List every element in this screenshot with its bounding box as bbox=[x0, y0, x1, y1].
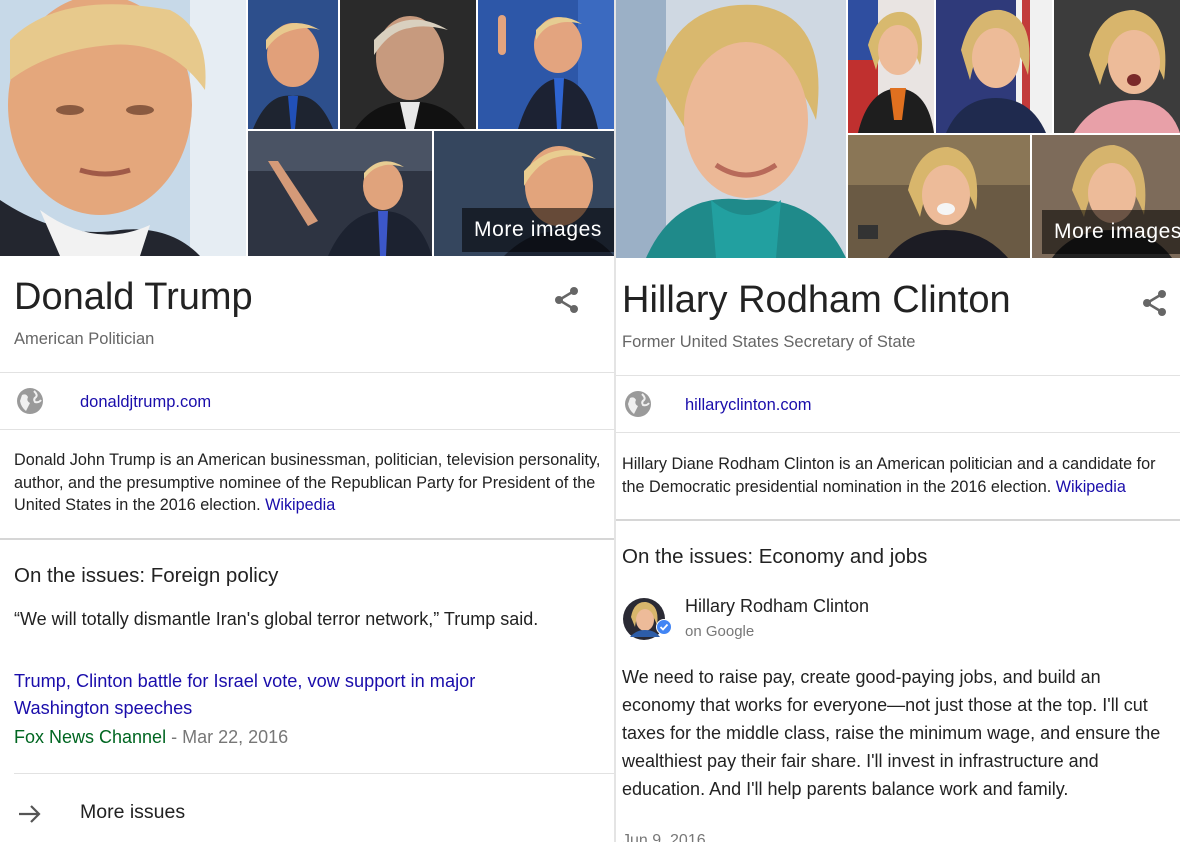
divider bbox=[616, 432, 1180, 433]
divider bbox=[616, 375, 1180, 376]
globe-icon bbox=[16, 387, 44, 415]
news-source: Fox News Channel bbox=[14, 727, 167, 747]
clinton-image-strip: More images bbox=[616, 0, 1180, 258]
divider bbox=[0, 429, 614, 430]
share-icon[interactable] bbox=[1140, 288, 1170, 318]
entity-description: Hillary Diane Rodham Clinton is an Ameri… bbox=[622, 453, 1180, 498]
divider bbox=[616, 519, 1180, 521]
clinton-thumb-3[interactable] bbox=[1054, 0, 1180, 133]
more-issues-link[interactable]: More issues bbox=[80, 801, 185, 824]
entity-title: Hillary Rodham Clinton bbox=[622, 279, 1011, 321]
trump-thumb-5[interactable]: More images bbox=[434, 131, 614, 256]
entity-title: Donald Trump bbox=[14, 276, 253, 318]
website-link[interactable]: donaldjtrump.com bbox=[80, 393, 211, 412]
news-date: Mar 22, 2016 bbox=[182, 727, 289, 747]
verified-badge-icon bbox=[656, 619, 672, 635]
arrow-right-icon[interactable] bbox=[17, 801, 43, 827]
post-author[interactable]: Hillary Rodham Clinton bbox=[685, 596, 869, 617]
news-headline-link[interactable]: Trump, Clinton battle for Israel vote, v… bbox=[14, 668, 554, 722]
clinton-thumb-2[interactable] bbox=[936, 0, 1052, 133]
divider bbox=[0, 372, 614, 373]
globe-icon bbox=[624, 390, 652, 418]
issues-heading: On the issues: Economy and jobs bbox=[622, 545, 928, 568]
trump-thumb-1[interactable] bbox=[248, 0, 338, 129]
share-icon[interactable] bbox=[552, 285, 582, 315]
clinton-thumb-4[interactable] bbox=[848, 135, 1030, 258]
trump-main-photo[interactable] bbox=[0, 0, 246, 256]
website-link[interactable]: hillaryclinton.com bbox=[685, 396, 812, 415]
news-separator: - bbox=[166, 727, 183, 747]
post-date: Jun 9, 2016 bbox=[622, 832, 706, 842]
clinton-thumb-1[interactable] bbox=[848, 0, 934, 133]
divider bbox=[14, 773, 614, 774]
trump-thumb-4[interactable] bbox=[248, 131, 432, 256]
more-images-button[interactable]: More images bbox=[462, 208, 614, 252]
clinton-main-photo[interactable] bbox=[616, 0, 846, 258]
clinton-knowledge-panel: More images Hillary Rodham Clinton Forme… bbox=[616, 0, 1180, 842]
issue-quote: “We will totally dismantle Iran's global… bbox=[14, 609, 539, 629]
trump-thumb-3[interactable] bbox=[478, 0, 614, 129]
issues-heading: On the issues: Foreign policy bbox=[14, 564, 279, 587]
trump-knowledge-panel: More images Donald Trump American Politi… bbox=[0, 0, 614, 842]
clinton-thumb-5[interactable]: More images bbox=[1032, 135, 1180, 258]
entity-subtitle: Former United States Secretary of State bbox=[622, 333, 916, 351]
wikipedia-link[interactable]: Wikipedia bbox=[1056, 478, 1126, 496]
post-body: We need to raise pay, create good-paying… bbox=[622, 667, 1161, 799]
trump-image-strip: More images bbox=[0, 0, 614, 256]
divider bbox=[0, 538, 614, 540]
entity-subtitle: American Politician bbox=[14, 330, 155, 348]
more-images-button[interactable]: More images bbox=[1042, 210, 1180, 254]
post-source: on Google bbox=[685, 623, 755, 640]
news-meta: Fox News Channel - Mar 22, 2016 bbox=[14, 727, 288, 748]
wikipedia-link[interactable]: Wikipedia bbox=[265, 496, 335, 514]
trump-thumb-2[interactable] bbox=[340, 0, 476, 129]
entity-description: Donald John Trump is an American busines… bbox=[14, 449, 610, 517]
